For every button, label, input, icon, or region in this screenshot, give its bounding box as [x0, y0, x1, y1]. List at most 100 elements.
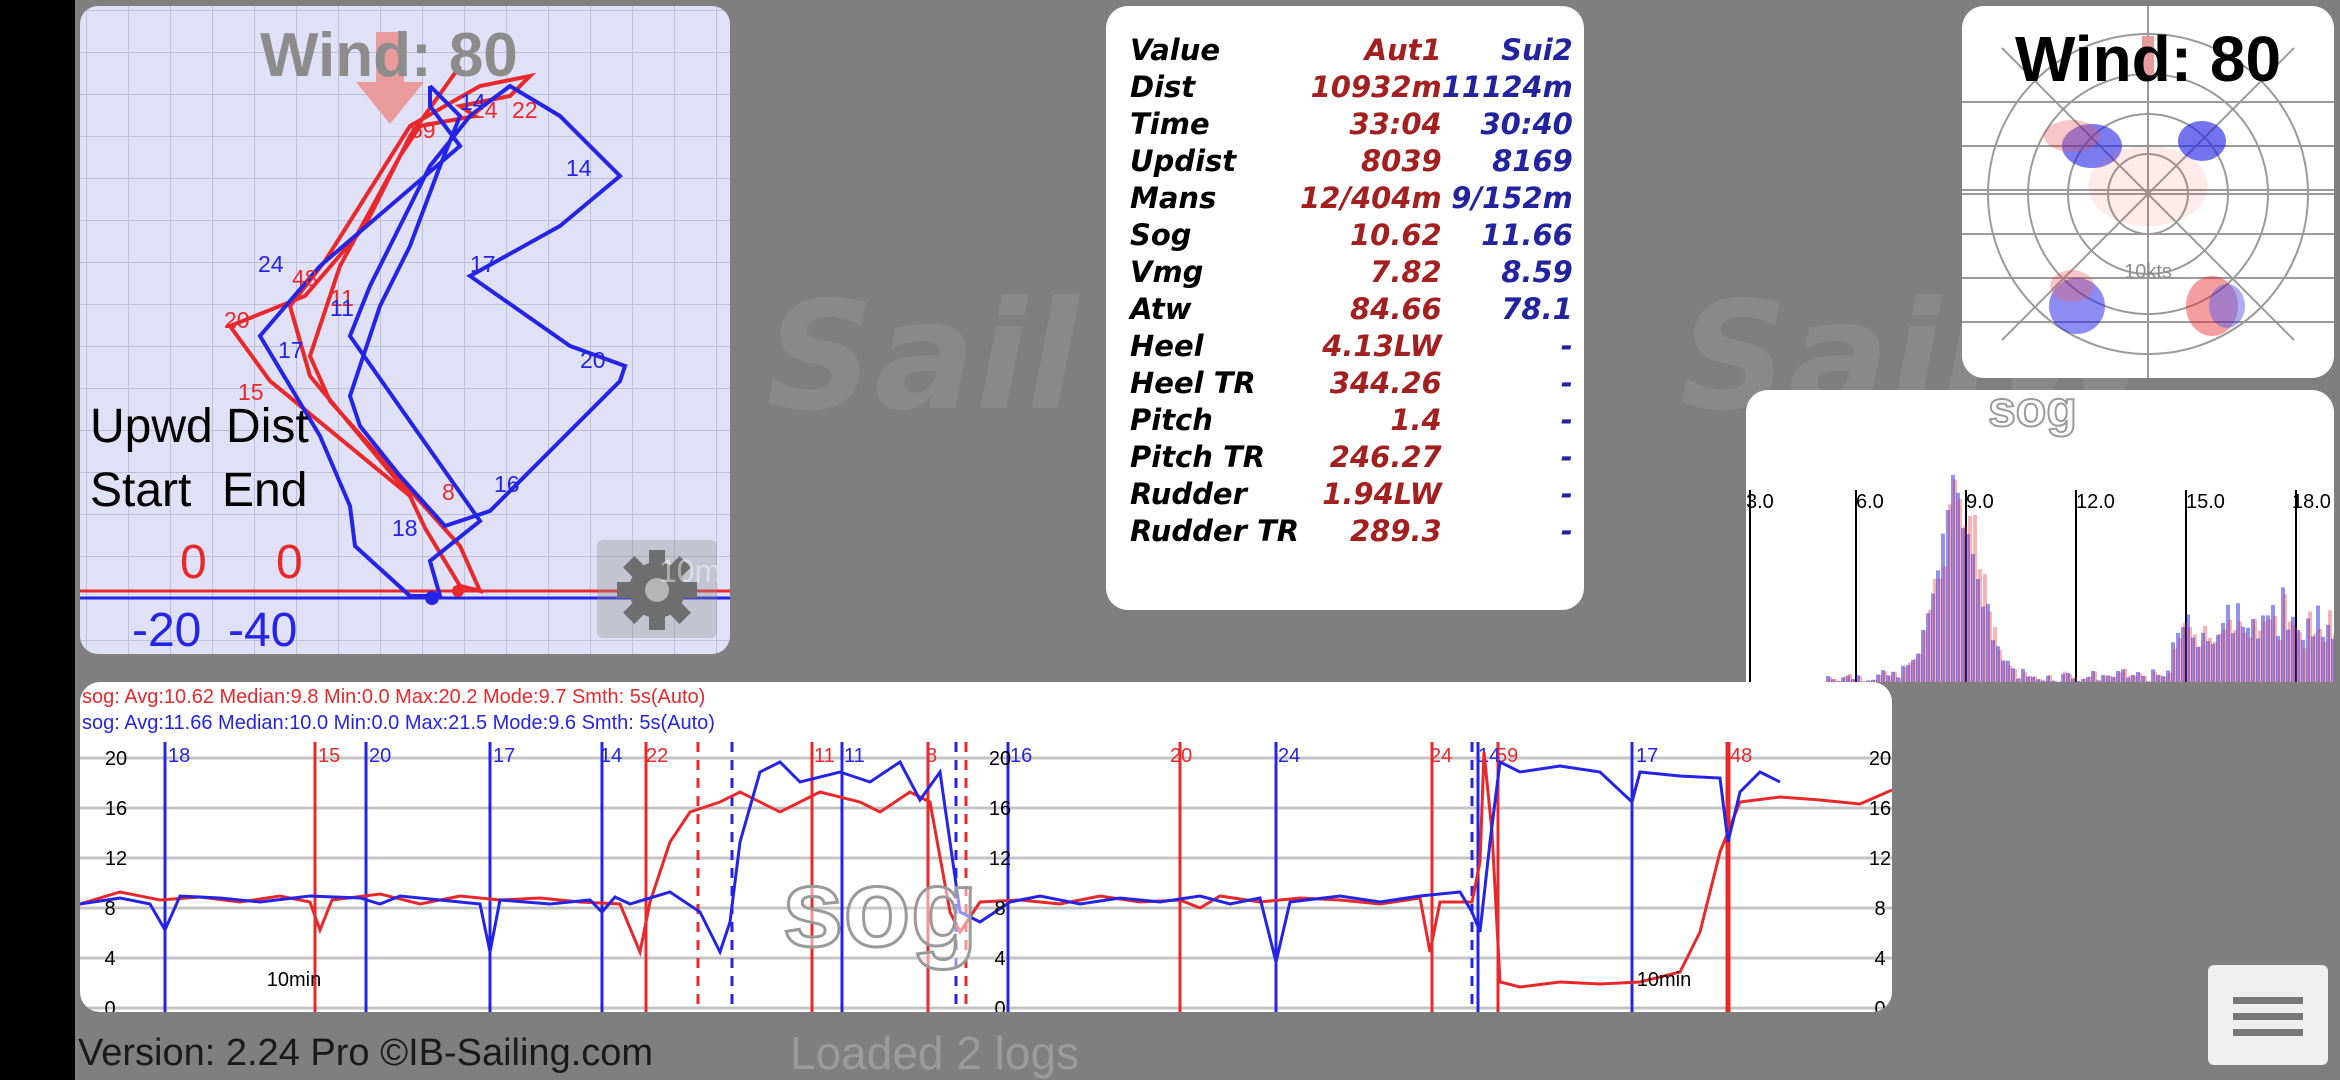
stat-value-aut1: 33:04	[1349, 107, 1442, 141]
sui2-mark-label: 16	[1010, 745, 1032, 767]
sui2-mark-label: 24	[1278, 745, 1300, 767]
red-mark-label: 8	[442, 479, 455, 505]
histogram-bar	[2053, 680, 2057, 682]
time-scale-label: 10min	[1637, 969, 1691, 991]
gear-icon: 10m	[617, 550, 717, 630]
histogram-title: sog	[1988, 390, 2077, 437]
stat-value-sui2: -	[1560, 329, 1573, 363]
stat-key: Dist	[1130, 70, 1196, 104]
y-axis-tick-mid: 0	[994, 998, 1005, 1012]
polar-plot-svg: 10kts Wind: 80	[1962, 6, 2334, 378]
y-axis-tick-mid: 4	[994, 948, 1005, 970]
red-mark-label: 22	[512, 97, 538, 123]
stat-row: Pitch TR 246.27 -	[1130, 439, 1573, 476]
blue-mark-label: 18	[392, 515, 418, 541]
loaded-logs-toast: Loaded 2 logs	[790, 1027, 1080, 1079]
stat-row: Heel TR 344.26 -	[1130, 365, 1573, 402]
stat-key: Vmg	[1130, 255, 1204, 289]
y-axis-tick-left: 20	[105, 748, 127, 770]
stat-key: Heel	[1130, 329, 1204, 363]
version-label: Version: 2.24 Pro ©IB-Sailing.com	[78, 1032, 654, 1074]
histogram-tick: 6.0	[1856, 491, 1884, 513]
stat-value-sui2: 8.59	[1501, 255, 1573, 289]
stat-key: Updist	[1130, 144, 1237, 178]
aut1-mark-label: 24	[1430, 745, 1452, 767]
stat-key: Sog	[1130, 218, 1192, 252]
stat-row: Mans 12/404m 9/152m	[1130, 180, 1573, 217]
polar-ring-label: 10kts	[2124, 261, 2172, 283]
sui2-mark-label: 14	[600, 745, 622, 767]
stat-key: Time	[1130, 107, 1210, 141]
stat-header-value: Value	[1130, 33, 1221, 67]
y-axis-tick-right: 8	[1874, 898, 1885, 920]
stat-value-sui2: -	[1560, 440, 1573, 474]
stat-key: Mans	[1130, 181, 1217, 215]
wind-direction-label: Wind: 80	[260, 21, 518, 90]
stat-value-sui2: 30:40	[1480, 107, 1573, 141]
stat-value-aut1: 1.94LW	[1322, 477, 1442, 511]
stat-row: Atw 84.66 78.1	[1130, 291, 1573, 328]
stat-row: Sog 10.62 11.66	[1130, 217, 1573, 254]
stat-value-sui2: 9/152m	[1451, 181, 1573, 215]
aut1-sog-trace	[80, 751, 1892, 989]
blue-mark-label: 17	[470, 251, 496, 277]
time-scale-label: 10min	[267, 969, 321, 991]
sog-timeline-panel[interactable]: sog: Avg:10.62 Median:9.8 Min:0.0 Max:20…	[80, 682, 1892, 1012]
sui2-mark-label: 17	[1636, 745, 1658, 767]
stat-key: Pitch	[1130, 403, 1213, 437]
grid-offset-left: -20	[132, 604, 201, 654]
wind-polar-panel[interactable]: 10kts Wind: 80	[1962, 6, 2334, 378]
blue-mark-label: 14	[566, 155, 592, 181]
y-axis-tick-mid: 20	[989, 748, 1011, 770]
y-axis-tick-left: 4	[104, 948, 115, 970]
blue-start-dot	[425, 591, 439, 605]
polar-wind-label: Wind: 80	[2015, 23, 2281, 95]
stat-value-sui2: -	[1560, 514, 1573, 548]
y-axis-tick-right: 4	[1874, 948, 1885, 970]
aut1-mark-label: 15	[318, 745, 340, 767]
end-label: End	[222, 464, 307, 517]
aut1-mark-label: 48	[1730, 745, 1752, 767]
stat-value-aut1: 4.13LW	[1322, 329, 1442, 363]
statistics-table: Value Aut1 Sui2 Dist 10932m 11124m Time 33:…	[1130, 32, 1573, 550]
red-start-dot	[452, 585, 464, 597]
grid-offset-right: -40	[228, 604, 297, 654]
stat-row: Updist 8039 8169	[1130, 143, 1573, 180]
histogram-tick: 12.0	[2076, 491, 2115, 513]
aut1-mark-label: 20	[1170, 745, 1192, 767]
red-mark-label: 59	[410, 117, 436, 143]
y-axis-tick-left: 12	[105, 848, 127, 870]
sui2-mark-label: 18	[168, 745, 190, 767]
y-axis-tick-left: 8	[104, 898, 115, 920]
stat-row: Heel 4.13LW -	[1130, 328, 1573, 365]
settings-button[interactable]: 10m	[597, 540, 717, 638]
blue-mark-label: 11	[330, 295, 354, 321]
histogram-tick: 3.0	[1746, 491, 1774, 513]
aut1-mark-label: 22	[646, 745, 668, 767]
stat-row: Rudder TR 289.3 -	[1130, 513, 1573, 550]
sog-timeline-svg: 18 15 20 17 14 22 11 11 8 16 20 24 24 14…	[80, 742, 1892, 1012]
sog-gridlines	[80, 756, 1892, 1010]
menu-button[interactable]	[2208, 965, 2328, 1065]
upwind-distance-title: Upwd Dist	[90, 400, 309, 453]
blue-mark-label: 24	[258, 251, 284, 277]
y-axis-tick-right: 16	[1869, 798, 1891, 820]
histogram-tick: 15.0	[2186, 491, 2225, 513]
stat-value-aut1: 344.26	[1329, 366, 1442, 400]
stat-row: Pitch 1.4 -	[1130, 402, 1573, 439]
stat-key: Heel TR	[1130, 366, 1256, 400]
stat-value-sui2: -	[1560, 403, 1573, 437]
histogram-bar	[2333, 634, 2334, 682]
sog-histogram-panel[interactable]: 3.0 6.0 9.0 12.0 15.0 18.0 sog	[1746, 390, 2334, 682]
stat-header-aut1: Aut1	[1364, 33, 1442, 67]
y-axis-tick-mid: 16	[989, 798, 1011, 820]
start-label: Start	[90, 464, 191, 517]
stat-value-aut1: 84.66	[1349, 292, 1442, 326]
stat-key: Pitch TR	[1130, 440, 1266, 474]
sog-watermark: sog	[782, 847, 978, 970]
stat-key: Rudder TR	[1130, 514, 1300, 548]
statistics-header-row: Value Aut1 Sui2	[1130, 32, 1573, 69]
stat-key: Rudder	[1130, 477, 1247, 511]
polar-data-cloud	[2044, 120, 2245, 336]
y-axis-tick-mid: 12	[989, 848, 1011, 870]
